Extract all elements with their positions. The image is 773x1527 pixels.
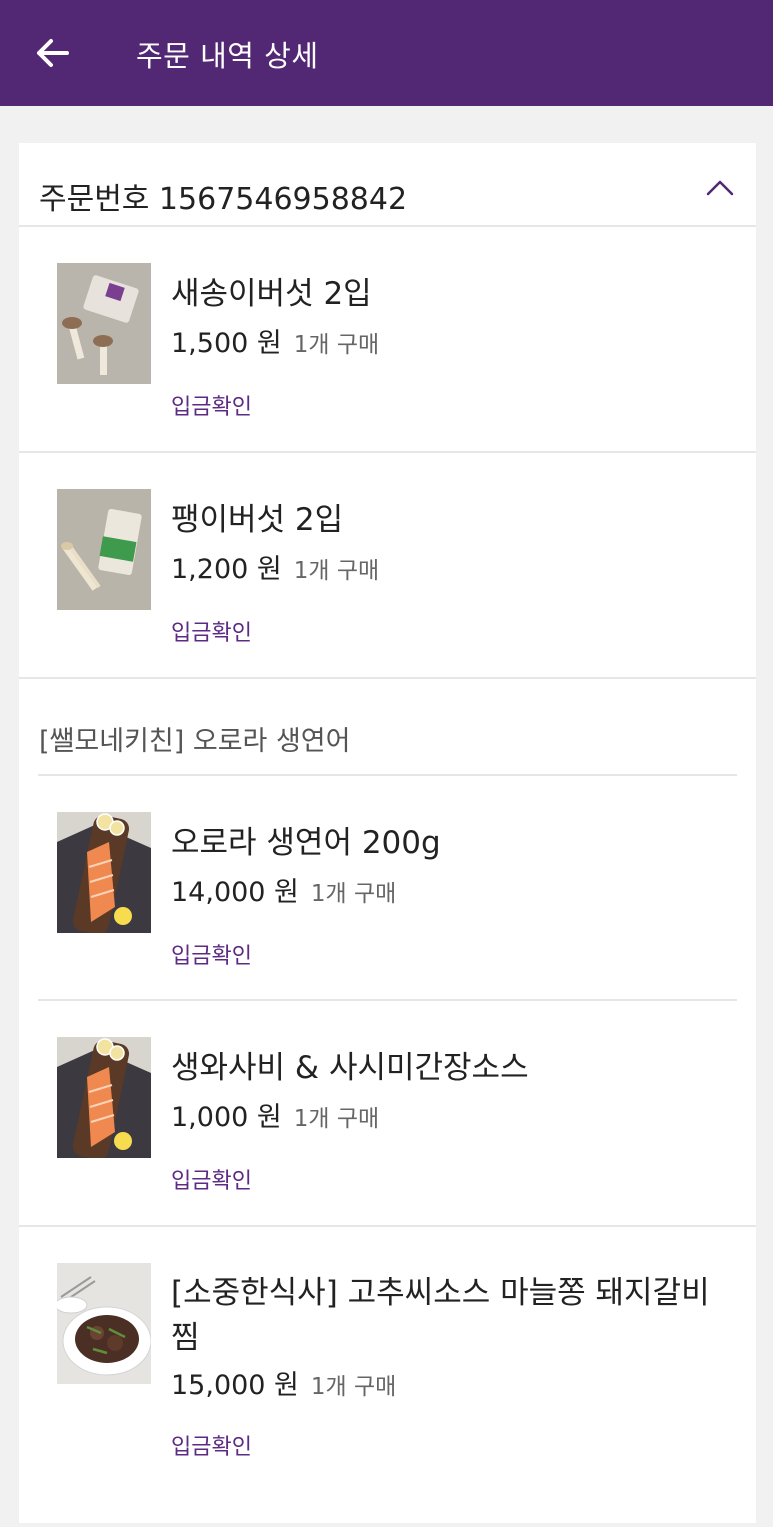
product-thumbnail [57,489,151,610]
item-price: 14,000 원 [171,877,299,908]
order-item[interactable]: 새송이버섯 2입 1,500 원 1개 구매 입금확인 [19,227,756,451]
status-badge: 입금확인 [171,944,252,969]
order-item[interactable]: 오로라 생연어 200g 14,000 원 1개 구매 입금확인 [19,776,756,1000]
item-name: 생와사비 & 사시미간장소스 [171,1050,529,1086]
item-quantity: 1개 구매 [310,1374,397,1400]
page-title: 주문 내역 상세 [136,39,319,73]
chevron-up-icon [706,180,734,196]
divider [19,677,756,679]
item-price: 15,000 원 [171,1370,299,1401]
price-line: 1,000 원 1개 구매 [171,1095,379,1134]
price-line: 15,000 원 1개 구매 [171,1363,396,1402]
price-line: 1,500 원 1개 구매 [171,321,379,360]
status-badge: 입금확인 [171,1435,252,1460]
item-quantity: 1개 구매 [310,881,397,907]
product-thumbnail [57,812,151,933]
order-number: 주문번호 1567546958842 [39,182,408,217]
item-price: 1,500 원 [171,328,282,359]
item-name: [소중한식사] 고추씨소스 마늘쫑 돼지갈비찜 [171,1275,710,1356]
app-bar: 주문 내역 상세 [0,0,773,106]
order-item[interactable]: 팽이버섯 2입 1,200 원 1개 구매 입금확인 [19,453,756,677]
order-header[interactable]: 주문번호 1567546958842 [19,143,756,227]
order-item[interactable]: 생와사비 & 사시미간장소스 1,000 원 1개 구매 입금확인 [19,1001,756,1225]
item-price: 1,200 원 [171,554,282,585]
price-line: 14,000 원 1개 구매 [171,870,396,909]
order-card: 주문번호 1567546958842 새송이버섯 2입 1,500 원 1개 구매… [19,143,756,1523]
item-quantity: 1개 구매 [293,558,380,584]
item-price: 1,000 원 [171,1102,282,1133]
status-badge: 입금확인 [171,1169,252,1194]
item-name: 팽이버섯 2입 [171,502,344,538]
product-thumbnail [57,1263,151,1384]
item-quantity: 1개 구매 [293,332,380,358]
group-title: [쌜모네키친] 오로라 생연어 [39,726,351,757]
item-name: 새송이버섯 2입 [171,276,372,312]
order-item[interactable]: [소중한식사] 고추씨소스 마늘쫑 돼지갈비찜 15,000 원 1개 구매 입금… [19,1227,756,1527]
back-button[interactable] [30,30,76,76]
item-quantity: 1개 구매 [293,1106,380,1132]
product-thumbnail [57,263,151,384]
status-badge: 입금확인 [171,395,252,420]
collapse-button[interactable] [700,167,740,207]
arrow-left-icon [37,39,69,67]
item-name: 오로라 생연어 200g [171,825,441,861]
product-thumbnail [57,1037,151,1158]
status-badge: 입금확인 [171,621,252,646]
price-line: 1,200 원 1개 구매 [171,547,379,586]
